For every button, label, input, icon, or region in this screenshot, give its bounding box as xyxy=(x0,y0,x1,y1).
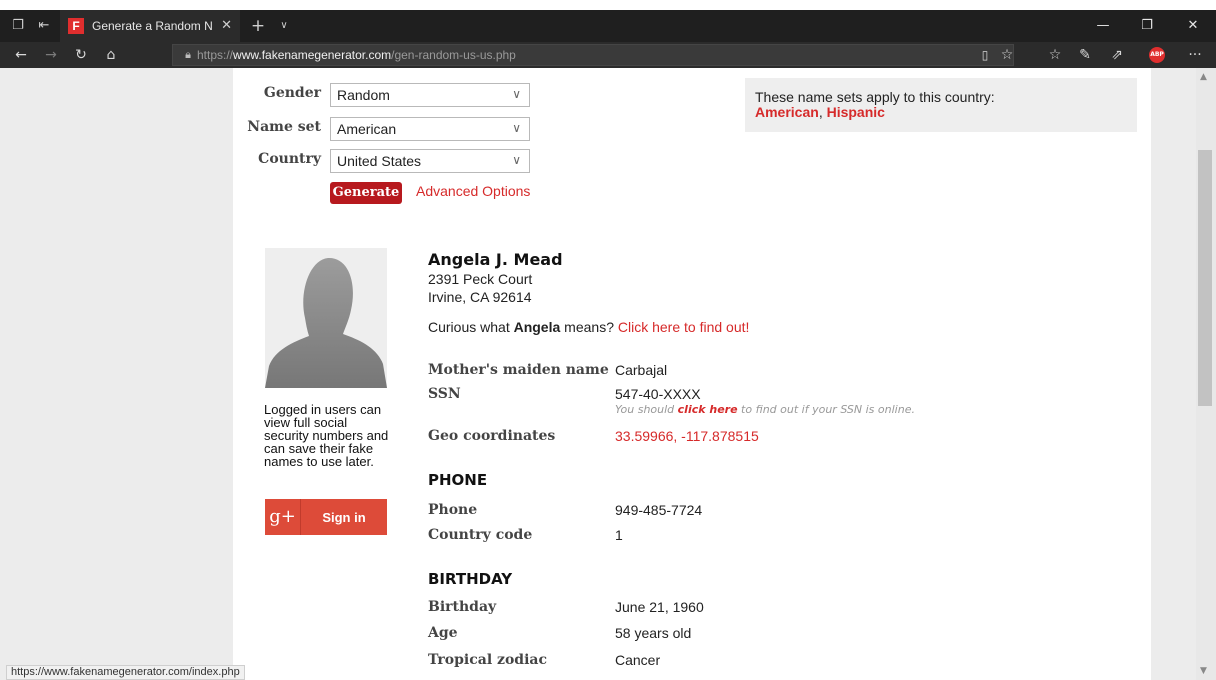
advanced-options-link[interactable]: Advanced Options xyxy=(416,183,530,199)
birthday-label: Birthday xyxy=(428,599,497,615)
nameset-link-hispanic[interactable]: Hispanic xyxy=(827,104,885,120)
tab-list-icon[interactable]: ❐ xyxy=(6,10,30,42)
country-code-value: 1 xyxy=(615,527,623,543)
pen-notes-icon[interactable]: ✎ xyxy=(1070,42,1100,68)
info-text: These name sets apply to this country: xyxy=(755,89,995,105)
ssn-check-link[interactable]: click here xyxy=(678,403,738,416)
curious-prefix: Curious what xyxy=(428,319,514,335)
content-panel: Gender Random ∨ Name set American ∨ Coun… xyxy=(233,68,1151,680)
nameset-link-american[interactable]: American xyxy=(755,104,819,120)
ssn-note-prefix: You should xyxy=(615,403,678,416)
favorites-list-icon[interactable]: ☆ xyxy=(1040,42,1070,68)
page-scrollbar[interactable]: ▲ ▼ xyxy=(1196,68,1216,680)
scroll-up-arrow-icon[interactable]: ▲ xyxy=(1200,72,1207,82)
chevron-down-icon: ∨ xyxy=(512,121,521,135)
geo-label: Geo coordinates xyxy=(428,428,556,444)
restore-icon[interactable]: ❐ xyxy=(1124,10,1170,42)
close-window-icon[interactable]: ✕ xyxy=(1170,10,1216,42)
tab-title: Generate a Random Na xyxy=(92,19,212,33)
generate-button[interactable]: Generate xyxy=(330,182,402,204)
curious-mid: means? xyxy=(560,319,618,335)
back-arrow-icon[interactable]: ← xyxy=(6,42,36,68)
browser-tab-bar: ❐ ⇤ F Generate a Random Na ✕ + ∨ — ❐ ✕ xyxy=(0,10,1216,42)
new-tab-icon[interactable]: + xyxy=(246,10,270,42)
home-icon[interactable]: ⌂ xyxy=(96,42,126,68)
chevron-down-icon: ∨ xyxy=(512,87,521,101)
geo-coordinates-link[interactable]: 33.59966, -117.878515 xyxy=(615,428,759,444)
phone-section-title: PHONE xyxy=(428,471,488,489)
maiden-name-label: Mother's maiden name xyxy=(428,362,609,378)
person-name: Angela J. Mead xyxy=(428,250,563,269)
gender-select-value: Random xyxy=(337,87,390,103)
url-text: https://www.fakenamegenerator.com/gen-ra… xyxy=(197,48,516,62)
google-plus-icon: g+ xyxy=(265,499,301,535)
nameset-label: Name set xyxy=(247,119,321,135)
browser-nav-bar: ← → ↻ ⌂ 🔒︎ https://www.fakenamegenerator… xyxy=(0,42,1216,68)
tab-close-icon[interactable]: ✕ xyxy=(221,10,232,42)
favorite-star-icon[interactable]: ☆ xyxy=(992,42,1022,68)
minimize-icon[interactable]: — xyxy=(1080,10,1126,42)
phone-value: 949-485-7724 xyxy=(615,502,703,518)
scrollbar-thumb[interactable] xyxy=(1198,150,1212,406)
refresh-icon[interactable]: ↻ xyxy=(66,42,96,68)
ssn-label: SSN xyxy=(428,386,461,402)
adblock-plus-icon[interactable]: ABP xyxy=(1149,47,1165,63)
tab-dropdown-chevron-icon[interactable]: ∨ xyxy=(272,10,296,42)
nameset-select-value: American xyxy=(337,121,397,137)
ssn-note-suffix: to find out if your SSN is online. xyxy=(737,403,915,416)
gender-select[interactable]: Random ∨ xyxy=(330,83,530,107)
country-select[interactable]: United States ∨ xyxy=(330,149,530,173)
name-sets-info-box: These name sets apply to this country: A… xyxy=(745,78,1137,132)
cut-off-document-strip xyxy=(0,0,1216,10)
country-label: Country xyxy=(258,151,321,167)
forward-arrow-icon[interactable]: → xyxy=(36,42,66,68)
address-street: 2391 Peck Court xyxy=(428,271,533,287)
ssn-value: 547-40-XXXX xyxy=(615,386,701,402)
birthday-section-title: BIRTHDAY xyxy=(428,570,513,588)
signin-label: Sign in xyxy=(322,509,366,525)
country-select-value: United States xyxy=(337,153,422,169)
phone-label: Phone xyxy=(428,502,478,518)
fakenamegenerator-favicon-icon: F xyxy=(68,18,84,34)
age-value: 58 years old xyxy=(615,625,692,641)
person-silhouette-icon xyxy=(265,248,387,388)
name-meaning-link[interactable]: Click here to find out! xyxy=(618,319,750,335)
gender-label: Gender xyxy=(263,85,321,101)
set-aside-tabs-icon[interactable]: ⇤ xyxy=(32,10,56,42)
share-icon[interactable]: ⇗ xyxy=(1102,42,1132,68)
nameset-select[interactable]: American ∨ xyxy=(330,117,530,141)
birthday-value: June 21, 1960 xyxy=(615,599,704,615)
ssn-note: You should click here to find out if you… xyxy=(615,403,915,416)
login-note: Logged in users can view full social sec… xyxy=(264,402,389,469)
zodiac-label: Tropical zodiac xyxy=(428,652,547,668)
country-code-label: Country code xyxy=(428,527,533,543)
browser-tab[interactable]: F Generate a Random Na ✕ xyxy=(60,10,240,42)
lock-icon: 🔒︎ xyxy=(185,48,191,61)
address-bar[interactable]: 🔒︎ https://www.fakenamegenerator.com/gen… xyxy=(172,44,1014,66)
first-name: Angela xyxy=(513,319,561,335)
maiden-name-value: Carbajal xyxy=(615,362,668,378)
name-meaning-line: Curious what Angela means? Click here to… xyxy=(428,319,749,335)
more-menu-icon[interactable]: ··· xyxy=(1180,42,1210,68)
google-signin-button[interactable]: g+ Sign in xyxy=(265,499,387,535)
status-bar-url: https://www.fakenamegenerator.com/index.… xyxy=(6,665,245,680)
address-city: Irvine, CA 92614 xyxy=(428,289,532,305)
age-label: Age xyxy=(428,625,458,641)
info-separator: , xyxy=(818,104,827,120)
page-viewport: Gender Random ∨ Name set American ∨ Coun… xyxy=(0,68,1196,680)
chevron-down-icon: ∨ xyxy=(512,153,521,167)
scroll-down-arrow-icon[interactable]: ▼ xyxy=(1200,666,1207,676)
zodiac-value: Cancer xyxy=(615,652,661,668)
